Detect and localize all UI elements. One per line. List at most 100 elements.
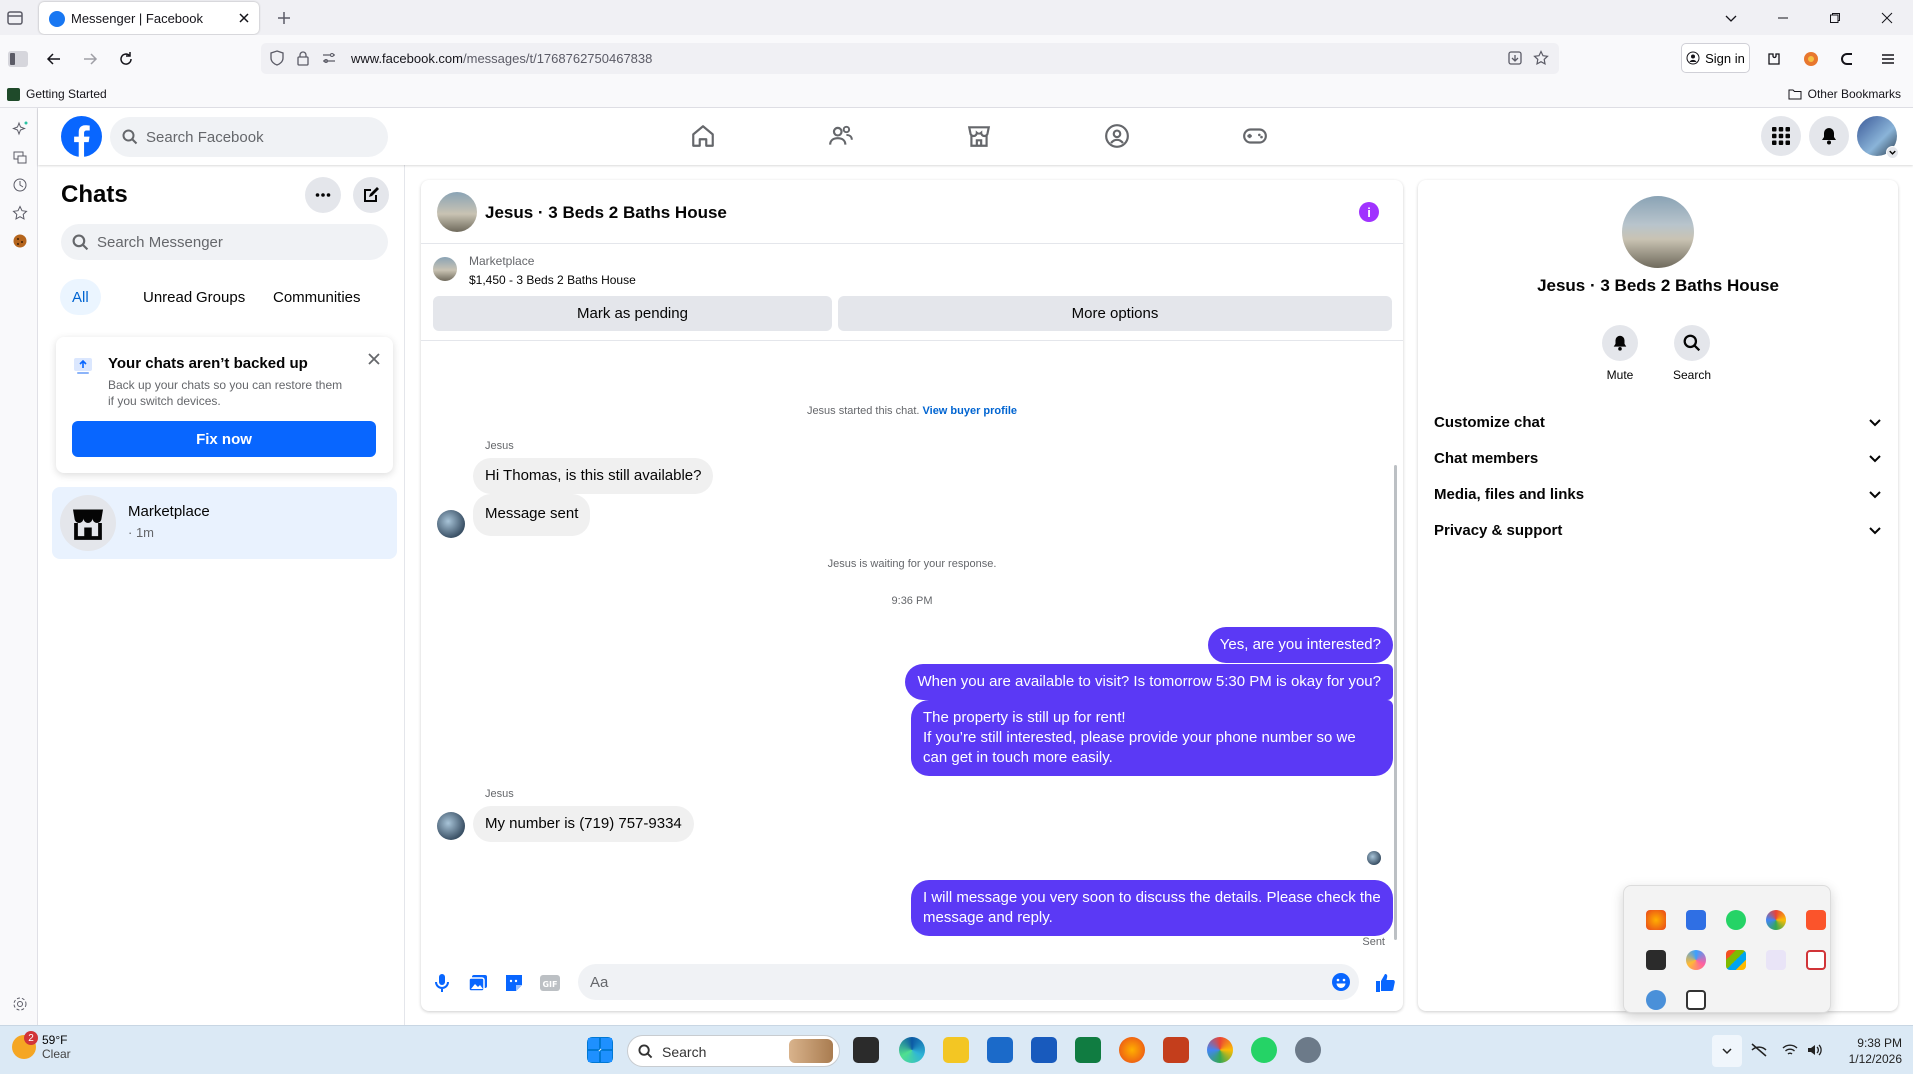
powerpoint-icon[interactable] (1163, 1037, 1189, 1063)
customize-chat-row[interactable]: Customize chat (1434, 404, 1882, 440)
brave-extension-icon[interactable] (1799, 47, 1823, 71)
details-avatar[interactable] (1622, 196, 1694, 268)
more-options-button[interactable]: More options (838, 296, 1392, 331)
brave-tray-icon[interactable] (1806, 910, 1826, 930)
incoming-message[interactable]: My number is (719) 757-9334 (473, 806, 694, 842)
bookmarks-icon[interactable] (10, 203, 30, 223)
store-icon[interactable] (987, 1037, 1013, 1063)
chats-options-button[interactable] (305, 177, 341, 213)
outgoing-message[interactable]: Yes, are you interested? (1207, 627, 1393, 663)
messenger-search-input[interactable]: Search Messenger (61, 224, 388, 260)
bookmark-star-icon[interactable] (1533, 50, 1549, 66)
incoming-message[interactable]: Hi Thomas, is this still available? (473, 458, 714, 494)
extensions-icon[interactable] (1762, 47, 1786, 71)
chrome-icon[interactable] (1207, 1037, 1233, 1063)
start-button[interactable] (587, 1037, 613, 1063)
media-files-links-row[interactable]: Media, files and links (1434, 476, 1882, 512)
whatsapp-tray-icon[interactable] (1726, 910, 1746, 930)
new-message-button[interactable] (353, 177, 389, 213)
file-explorer-icon[interactable] (943, 1037, 969, 1063)
like-icon[interactable] (1373, 971, 1397, 995)
word-icon[interactable] (1031, 1037, 1057, 1063)
filter-groups[interactable]: Groups (184, 279, 257, 315)
history-icon[interactable] (10, 175, 30, 195)
microphone-icon[interactable] (430, 971, 454, 995)
forward-icon[interactable] (78, 47, 102, 71)
filter-all[interactable]: All (60, 279, 101, 315)
conversation-list-item[interactable]: Marketplace · 1m (52, 487, 397, 559)
firefox-tray-icon[interactable] (1646, 910, 1666, 930)
close-window-icon[interactable] (1861, 0, 1913, 35)
privacy-support-row[interactable]: Privacy & support (1434, 512, 1882, 548)
url-bar[interactable]: www.facebook.com/messages/t/176876275046… (261, 43, 1559, 74)
marketplace-nav-icon[interactable] (963, 120, 995, 152)
copilot-tray-icon[interactable] (1686, 950, 1706, 970)
chrome-tray-icon[interactable] (1766, 910, 1786, 930)
close-icon[interactable] (366, 351, 382, 367)
taskbar-search[interactable]: Search (627, 1035, 840, 1067)
bookmark-getting-started[interactable]: Getting Started (7, 87, 107, 101)
minimize-icon[interactable] (1757, 0, 1809, 35)
home-nav-icon[interactable] (687, 120, 719, 152)
task-view-icon[interactable] (853, 1037, 879, 1063)
mark-as-pending-button[interactable]: Mark as pending (433, 296, 832, 331)
chat-members-row[interactable]: Chat members (1434, 440, 1882, 476)
office-tray-icon[interactable] (1726, 950, 1746, 970)
edge-icon[interactable] (899, 1037, 925, 1063)
gaming-nav-icon[interactable] (1239, 120, 1271, 152)
synced-tabs-icon[interactable] (10, 147, 30, 167)
shield-icon[interactable] (269, 50, 285, 66)
clock[interactable]: 9:38 PM 1/12/2026 (1838, 1035, 1902, 1067)
message-input[interactable]: Aa (578, 964, 1359, 1000)
outgoing-message[interactable]: The property is still up for rent! If yo… (911, 700, 1393, 776)
scrollbar[interactable] (1394, 465, 1397, 940)
sidebar-toggle-icon[interactable] (6, 47, 30, 71)
app-tray-icon[interactable] (1646, 950, 1666, 970)
new-tab-icon[interactable] (274, 8, 294, 28)
permissions-icon[interactable] (321, 50, 337, 66)
ai-chatbot-icon[interactable] (10, 119, 30, 139)
facebook-search-input[interactable]: Search Facebook (110, 117, 388, 157)
excel-icon[interactable] (1075, 1037, 1101, 1063)
fix-now-button[interactable]: Fix now (72, 421, 376, 457)
network-off-icon[interactable] (1750, 1042, 1768, 1058)
cookie-extension-icon[interactable] (10, 231, 30, 251)
restore-icon[interactable] (1809, 0, 1861, 35)
search-action[interactable]: Search (1662, 325, 1722, 382)
filter-communities[interactable]: Communities (261, 279, 373, 315)
weather-widget[interactable]: 2 59°F Clear (12, 1031, 71, 1061)
conversation-title[interactable]: Jesus · 3 Beds 2 Baths House (485, 203, 727, 223)
sticker-icon[interactable] (502, 971, 526, 995)
emoji-icon[interactable] (1331, 972, 1351, 992)
other-bookmarks[interactable]: Other Bookmarks (1788, 87, 1901, 101)
listing-avatar[interactable] (437, 192, 477, 232)
tab-list-icon[interactable] (5, 8, 25, 28)
listing-title[interactable]: $1,450 - 3 Beds 2 Baths House (469, 273, 636, 287)
save-to-pocket-icon[interactable] (1507, 50, 1523, 66)
pen-tray-icon[interactable] (1766, 950, 1786, 970)
reload-icon[interactable] (114, 47, 138, 71)
volume-icon[interactable] (1806, 1042, 1822, 1058)
tray-overflow-chevron-icon[interactable] (1712, 1035, 1742, 1067)
view-buyer-profile-link[interactable]: View buyer profile (923, 405, 1018, 417)
usb-tray-icon[interactable] (1686, 990, 1706, 1010)
pdf-tray-icon[interactable] (1806, 950, 1826, 970)
sidebar-settings-icon[interactable] (10, 994, 30, 1014)
friends-nav-icon[interactable] (825, 120, 857, 152)
lock-icon[interactable] (295, 50, 311, 66)
tab-overflow-chevron-icon[interactable] (1705, 0, 1757, 35)
groups-nav-icon[interactable] (1101, 120, 1133, 152)
sender-avatar[interactable] (437, 510, 465, 538)
notifications-button[interactable] (1809, 116, 1849, 156)
close-tab-icon[interactable] (236, 10, 252, 26)
menu-grid-button[interactable] (1761, 116, 1801, 156)
copilot-icon[interactable] (1837, 47, 1861, 71)
app-icon[interactable] (1295, 1037, 1321, 1063)
photo-icon[interactable] (466, 971, 490, 995)
gif-icon[interactable]: GIF (538, 971, 562, 995)
facebook-logo-icon[interactable] (61, 116, 102, 157)
incoming-message[interactable]: Message sent (473, 494, 591, 536)
sign-in-button[interactable]: Sign in (1681, 43, 1750, 73)
back-icon[interactable] (42, 47, 66, 71)
account-chevron-icon[interactable] (1886, 146, 1899, 159)
